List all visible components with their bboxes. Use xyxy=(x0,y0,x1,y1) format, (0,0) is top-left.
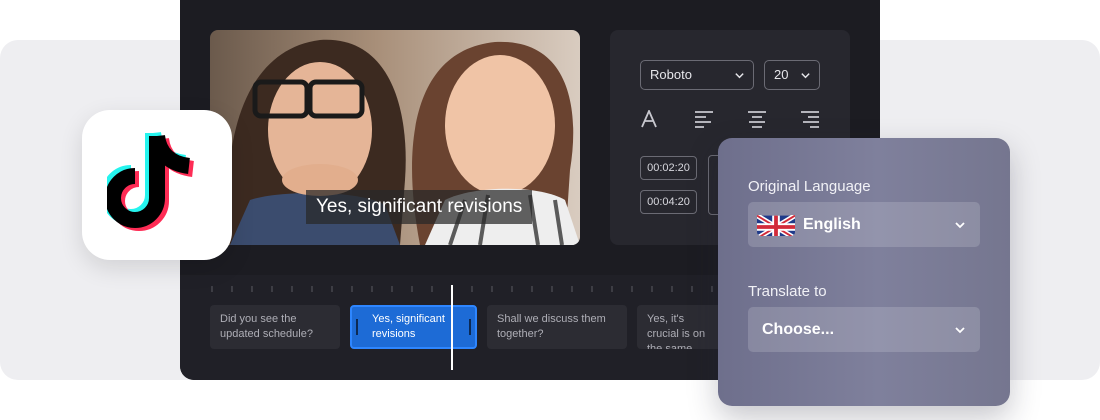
text-style-icon[interactable] xyxy=(640,110,660,128)
chevron-down-icon xyxy=(955,222,965,229)
uk-flag-icon xyxy=(757,212,795,236)
align-right-icon[interactable] xyxy=(800,110,820,128)
translate-to-value: Choose... xyxy=(762,321,835,338)
subtitle-clip-selected[interactable]: Yes, significant revisions xyxy=(350,305,477,349)
subtitle-clip-text: Yes, significant revisions xyxy=(372,313,445,340)
video-subtitle-overlay: Yes, significant revisions xyxy=(306,190,533,224)
original-language-select[interactable]: English xyxy=(748,202,980,247)
tiktok-app-icon xyxy=(82,110,232,260)
start-timecode[interactable]: 00:02:20 xyxy=(640,156,697,180)
font-size-value: 20 xyxy=(774,67,789,82)
chevron-down-icon xyxy=(955,327,965,334)
stage: Yes, significant revisions Roboto 20 00:… xyxy=(0,0,1100,420)
subtitle-clip[interactable]: Did you see the updated schedule? xyxy=(210,305,340,349)
chevron-down-icon xyxy=(735,73,744,79)
tiktok-logo-icon xyxy=(107,132,195,231)
align-left-icon[interactable] xyxy=(694,110,714,128)
video-preview[interactable]: Yes, significant revisions xyxy=(210,30,580,245)
font-family-select[interactable]: Roboto xyxy=(640,60,754,90)
align-center-icon[interactable] xyxy=(747,110,767,128)
timeline-ruler xyxy=(211,286,733,292)
original-language-value: English xyxy=(803,216,861,233)
playhead[interactable] xyxy=(451,285,453,370)
translation-settings-card: Original Language English Translate to C… xyxy=(718,138,1010,406)
clip-trim-handle-left[interactable] xyxy=(356,319,358,335)
translate-to-select[interactable]: Choose... xyxy=(748,307,980,352)
subtitle-clip[interactable]: Yes, it's crucial is on the same xyxy=(637,305,727,349)
end-timecode[interactable]: 00:04:20 xyxy=(640,190,697,214)
translate-to-label: Translate to xyxy=(748,283,827,300)
chevron-down-icon xyxy=(801,73,810,79)
font-size-select[interactable]: 20 xyxy=(764,60,820,90)
original-language-label: Original Language xyxy=(748,178,871,195)
clip-trim-handle-right[interactable] xyxy=(469,319,471,335)
font-family-value: Roboto xyxy=(650,67,692,82)
subtitle-clip[interactable]: Shall we discuss them together? xyxy=(487,305,627,349)
